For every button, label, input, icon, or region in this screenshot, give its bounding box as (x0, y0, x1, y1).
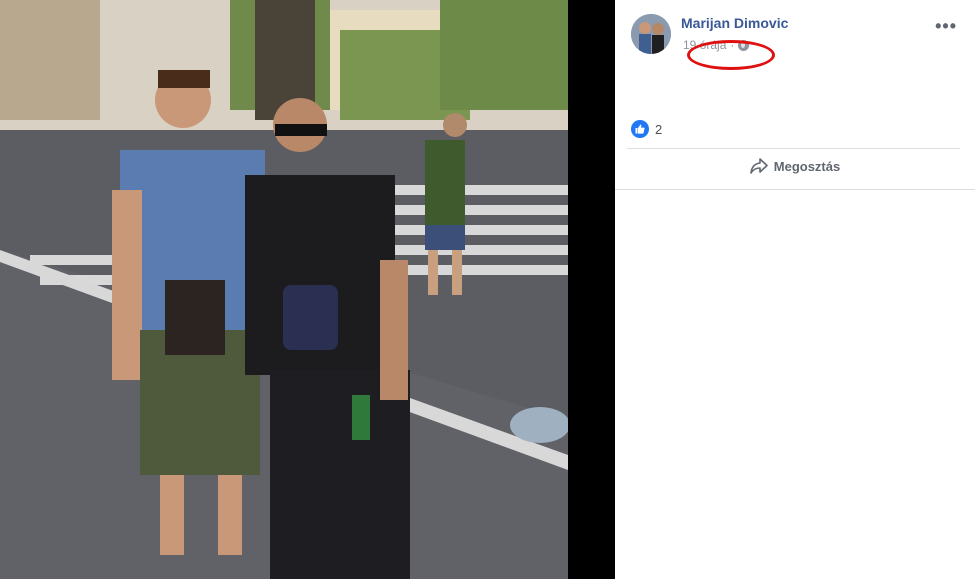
divider (615, 189, 975, 190)
share-button[interactable]: Megosztás (615, 158, 975, 174)
photo-viewer (0, 0, 615, 579)
author-avatar[interactable] (631, 14, 671, 54)
share-arrow-icon (749, 158, 768, 174)
divider (627, 148, 960, 149)
post-sidebar: Marijan Dimovic 19 órája · ••• 2 Megoszt… (615, 0, 975, 579)
reaction-summary[interactable]: 2 (631, 120, 662, 138)
author-name[interactable]: Marijan Dimovic (681, 15, 788, 31)
more-options-button[interactable]: ••• (935, 16, 957, 37)
post-header: Marijan Dimovic 19 órája · ••• (631, 14, 961, 70)
red-circle-annotation (687, 40, 775, 70)
post-photo[interactable] (0, 0, 568, 579)
avatar-image (631, 14, 671, 54)
share-label: Megosztás (773, 158, 841, 174)
like-icon (631, 120, 649, 138)
like-count: 2 (655, 121, 663, 137)
